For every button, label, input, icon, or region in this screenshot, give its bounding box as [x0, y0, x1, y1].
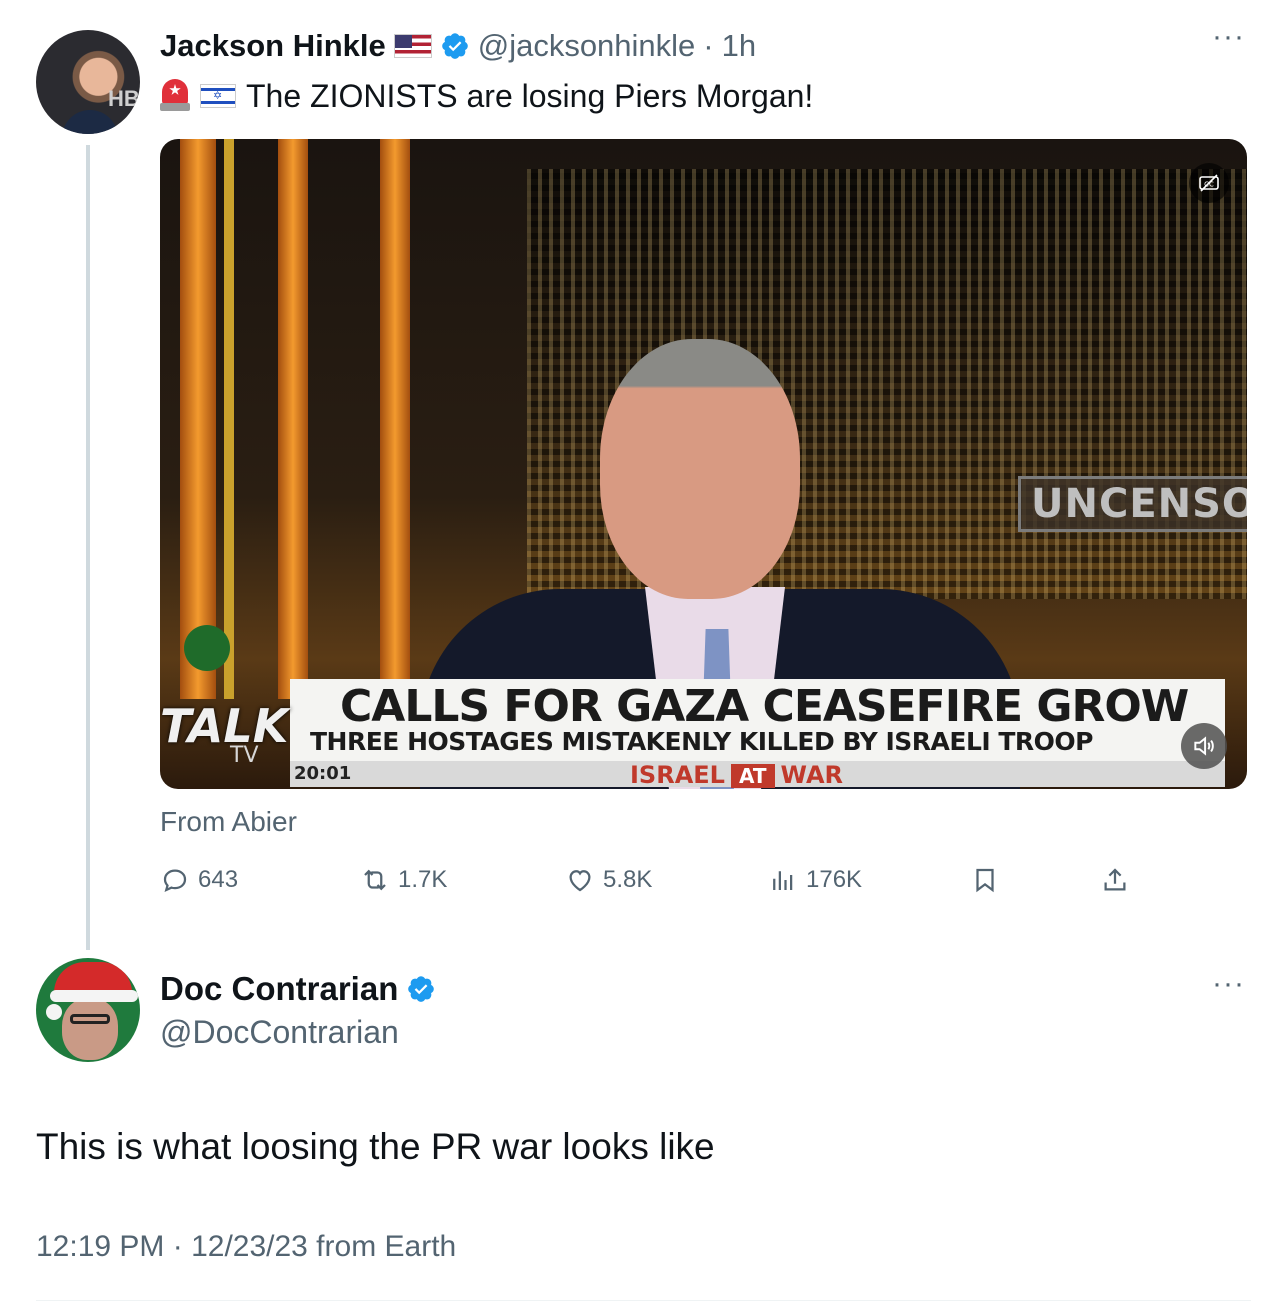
reply-count: 643 — [198, 866, 239, 893]
tweet-text: This is what loosing the PR war looks li… — [36, 1126, 715, 1167]
video-subheadline: THREE HOSTAGES MISTAKENLY KILLED BY ISRA… — [310, 727, 1094, 756]
israel-flag-icon: ✡ — [200, 84, 236, 108]
views-button[interactable]: 176K — [768, 858, 862, 902]
repost-count: 1.7K — [398, 866, 448, 893]
timestamp[interactable]: 1h — [722, 28, 756, 64]
studio-pillar — [224, 139, 234, 699]
ticker-label: ISRAEL AT WAR — [630, 761, 843, 789]
author-name[interactable]: Jackson Hinkle — [160, 28, 386, 64]
avatar[interactable] — [36, 958, 140, 1062]
studio-pillar — [380, 139, 410, 699]
video-overlay-sign: UNCENSOR — [1018, 476, 1247, 532]
us-flag-icon — [393, 34, 432, 58]
studio-pillar — [180, 139, 216, 699]
reply-icon — [163, 869, 187, 893]
ticker-at: AT — [730, 764, 775, 788]
reply-button[interactable]: 643 — [160, 858, 238, 902]
tweet-text-row: ✡ The ZIONISTS are losing Piers Morgan! — [160, 76, 813, 116]
tweet-timestamp[interactable]: 12:19 PM · 12/23/23 from Earth — [36, 1230, 456, 1264]
author-handle[interactable]: @DocContrarian — [160, 1014, 399, 1051]
separator-dot: · — [703, 28, 714, 63]
ticker-left: ISRAEL — [630, 761, 725, 789]
more-options-icon[interactable]: ··· — [1212, 20, 1245, 54]
santa-hat-pom — [46, 1004, 62, 1020]
divider — [36, 1300, 1251, 1301]
like-button[interactable]: 5.8K — [565, 858, 652, 902]
share-button[interactable] — [1100, 858, 1130, 902]
avatar-glasses — [70, 1014, 110, 1024]
more-options-icon[interactable]: ··· — [1212, 967, 1245, 1001]
author-name[interactable]: Doc Contrarian — [160, 970, 398, 1008]
verified-badge-icon[interactable] — [406, 974, 436, 1004]
repost-icon — [364, 869, 386, 891]
bookmark-icon — [976, 868, 994, 893]
volume-muted-icon[interactable] — [1181, 723, 1227, 769]
channel-logo-sub: TV — [230, 743, 259, 768]
thread-line — [86, 145, 90, 950]
studio-pillar — [278, 139, 308, 699]
avatar-face — [62, 998, 118, 1060]
police-light-icon — [160, 79, 190, 113]
like-count: 5.8K — [603, 866, 653, 893]
ticker-right: WAR — [780, 761, 843, 789]
verified-badge-icon[interactable] — [440, 31, 470, 61]
heart-icon — [569, 870, 591, 892]
action-bar: 643 1.7K 5.8K 176K — [160, 858, 1150, 902]
santa-hat-rim — [50, 990, 138, 1002]
repost-button[interactable]: 1.7K — [360, 858, 447, 902]
captions-icon[interactable]: CC — [1189, 163, 1229, 203]
views-icon — [773, 871, 793, 890]
video-player[interactable]: UNCENSOR CALLS FOR GAZA CEASEFIRE GROW T… — [160, 139, 1247, 789]
avatar-backdrop-text: HB — [108, 86, 140, 111]
avatar-suit — [62, 110, 118, 134]
tweet-text: The ZIONISTS are losing Piers Morgan! — [246, 77, 814, 114]
video-source[interactable]: From Abier — [160, 806, 297, 838]
video-clock: 20:01 — [294, 763, 352, 784]
views-count: 176K — [806, 866, 863, 893]
author-name-row: Doc Contrarian — [160, 970, 436, 1008]
tweet-header: Jackson Hinkle @jacksonhinkle · 1h — [160, 26, 756, 66]
channel-logo: TALK — [160, 699, 289, 753]
author-handle[interactable]: @jacksonhinkle — [478, 28, 696, 64]
avatar[interactable]: HB — [36, 30, 140, 134]
holly-decoration — [184, 625, 230, 671]
share-icon — [1104, 868, 1126, 891]
bookmark-button[interactable] — [970, 858, 1000, 902]
video-headline: CALLS FOR GAZA CEASEFIRE GROW — [340, 681, 1189, 732]
